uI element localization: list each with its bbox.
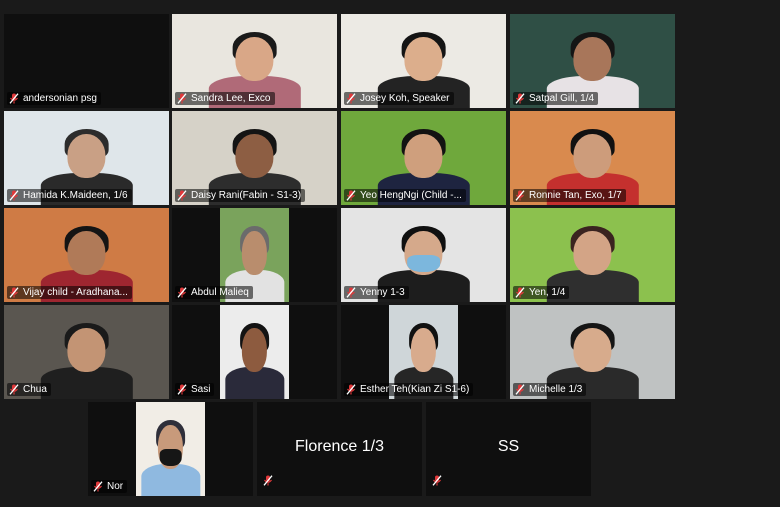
name-label: Josey Koh, Speaker: [344, 92, 454, 105]
participant-tile[interactable]: Yen, 1/4: [510, 208, 675, 302]
mic-muted-icon: [9, 384, 19, 395]
name-label: Chua: [7, 383, 51, 396]
name-label: Sasi: [175, 383, 215, 396]
mic-muted-icon: [9, 190, 19, 201]
participant-video: [220, 305, 289, 399]
participant-silhouette: [140, 417, 201, 496]
participant-name: Daisy Rani(Fabin - S1-3): [191, 190, 302, 201]
name-label: Yen, 1/4: [513, 286, 570, 299]
participant-tile[interactable]: Ronnie Tan, Exo, 1/7: [510, 111, 675, 205]
name-label: Yenny 1-3: [344, 286, 409, 299]
name-label: Nor: [91, 480, 128, 493]
mic-muted-icon: [177, 287, 187, 298]
participant-name: Josey Koh, Speaker: [360, 93, 450, 104]
mic-muted-icon: [93, 481, 103, 492]
mic-muted-icon: [346, 287, 356, 298]
participant-tile[interactable]: SS: [426, 402, 591, 496]
participant-display-name: SS: [497, 438, 520, 455]
participant-display-name: Florence 1/3: [295, 438, 384, 455]
participant-name: andersonian psg: [23, 93, 97, 104]
participant-tile[interactable]: Yenny 1-3: [341, 208, 506, 302]
participant-tile[interactable]: Hamida K.Maideen, 1/6: [4, 111, 169, 205]
participant-name: Hamida K.Maideen, 1/6: [23, 190, 128, 201]
participant-tile[interactable]: Josey Koh, Speaker: [341, 14, 506, 108]
participant-name: Sasi: [191, 384, 211, 395]
name-label: Ronnie Tan, Exo, 1/7: [513, 189, 626, 202]
mic-muted-icon: [177, 93, 187, 104]
participant-name: Yenny 1-3: [360, 287, 405, 298]
participant-name: Nor: [107, 481, 124, 492]
name-label: Daisy Rani(Fabin - S1-3): [175, 189, 306, 202]
participant-tile[interactable]: Daisy Rani(Fabin - S1-3): [172, 111, 337, 205]
name-label: Sandra Lee, Exco: [175, 92, 275, 105]
participant-name: Chua: [23, 384, 47, 395]
participant-name: Yeo HengNgi (Child -...: [360, 190, 462, 201]
participant-name: Ronnie Tan, Exo, 1/7: [529, 190, 622, 201]
participant-tile[interactable]: Nor: [88, 402, 253, 496]
name-label: Yeo HengNgi (Child -...: [344, 189, 466, 202]
name-label: Hamida K.Maideen, 1/6: [7, 189, 132, 202]
participant-tile[interactable]: andersonian psg: [4, 14, 169, 108]
participant-silhouette: [224, 320, 285, 399]
mic-muted-icon: [9, 93, 19, 104]
participant-tile[interactable]: Florence 1/3: [257, 402, 422, 496]
mic-muted-icon: [9, 287, 19, 298]
participant-name: Sandra Lee, Exco: [191, 93, 271, 104]
mic-muted-icon: [263, 473, 273, 491]
participant-tile[interactable]: Chua: [4, 305, 169, 399]
participant-tile[interactable]: Yeo HengNgi (Child -...: [341, 111, 506, 205]
participant-tile[interactable]: Abdul Malieq: [172, 208, 337, 302]
mic-muted-icon: [432, 473, 442, 491]
name-label: Esther Teh(Kian Zi S1-6): [344, 383, 474, 396]
participant-tile[interactable]: Sandra Lee, Exco: [172, 14, 337, 108]
mic-muted-icon: [515, 190, 525, 201]
mic-muted-icon: [515, 287, 525, 298]
participant-name: Vijay child - Aradhana...: [23, 287, 128, 298]
name-label: Satpal Gill, 1/4: [513, 92, 599, 105]
participant-name: Esther Teh(Kian Zi S1-6): [360, 384, 470, 395]
participant-tile[interactable]: Esther Teh(Kian Zi S1-6): [341, 305, 506, 399]
participant-tile[interactable]: Sasi: [172, 305, 337, 399]
name-label: andersonian psg: [7, 92, 101, 105]
mic-muted-icon: [177, 384, 187, 395]
mic-muted-icon: [515, 93, 525, 104]
participant-name: Satpal Gill, 1/4: [529, 93, 595, 104]
participant-name: Michelle 1/3: [529, 384, 583, 395]
participant-tile[interactable]: Vijay child - Aradhana...: [4, 208, 169, 302]
mic-muted-icon: [346, 93, 356, 104]
name-label: Vijay child - Aradhana...: [7, 286, 132, 299]
participant-video: [136, 402, 205, 496]
participant-name: Abdul Malieq: [191, 287, 249, 298]
mic-muted-icon: [177, 190, 187, 201]
mic-muted-icon: [515, 384, 525, 395]
mic-muted-icon: [346, 190, 356, 201]
participant-name: Yen, 1/4: [529, 287, 566, 298]
participant-silhouette: [40, 320, 133, 399]
name-label: Abdul Malieq: [175, 286, 253, 299]
participant-tile[interactable]: Michelle 1/3: [510, 305, 675, 399]
name-label: Michelle 1/3: [513, 383, 587, 396]
mic-muted-icon: [346, 384, 356, 395]
participant-tile[interactable]: Satpal Gill, 1/4: [510, 14, 675, 108]
